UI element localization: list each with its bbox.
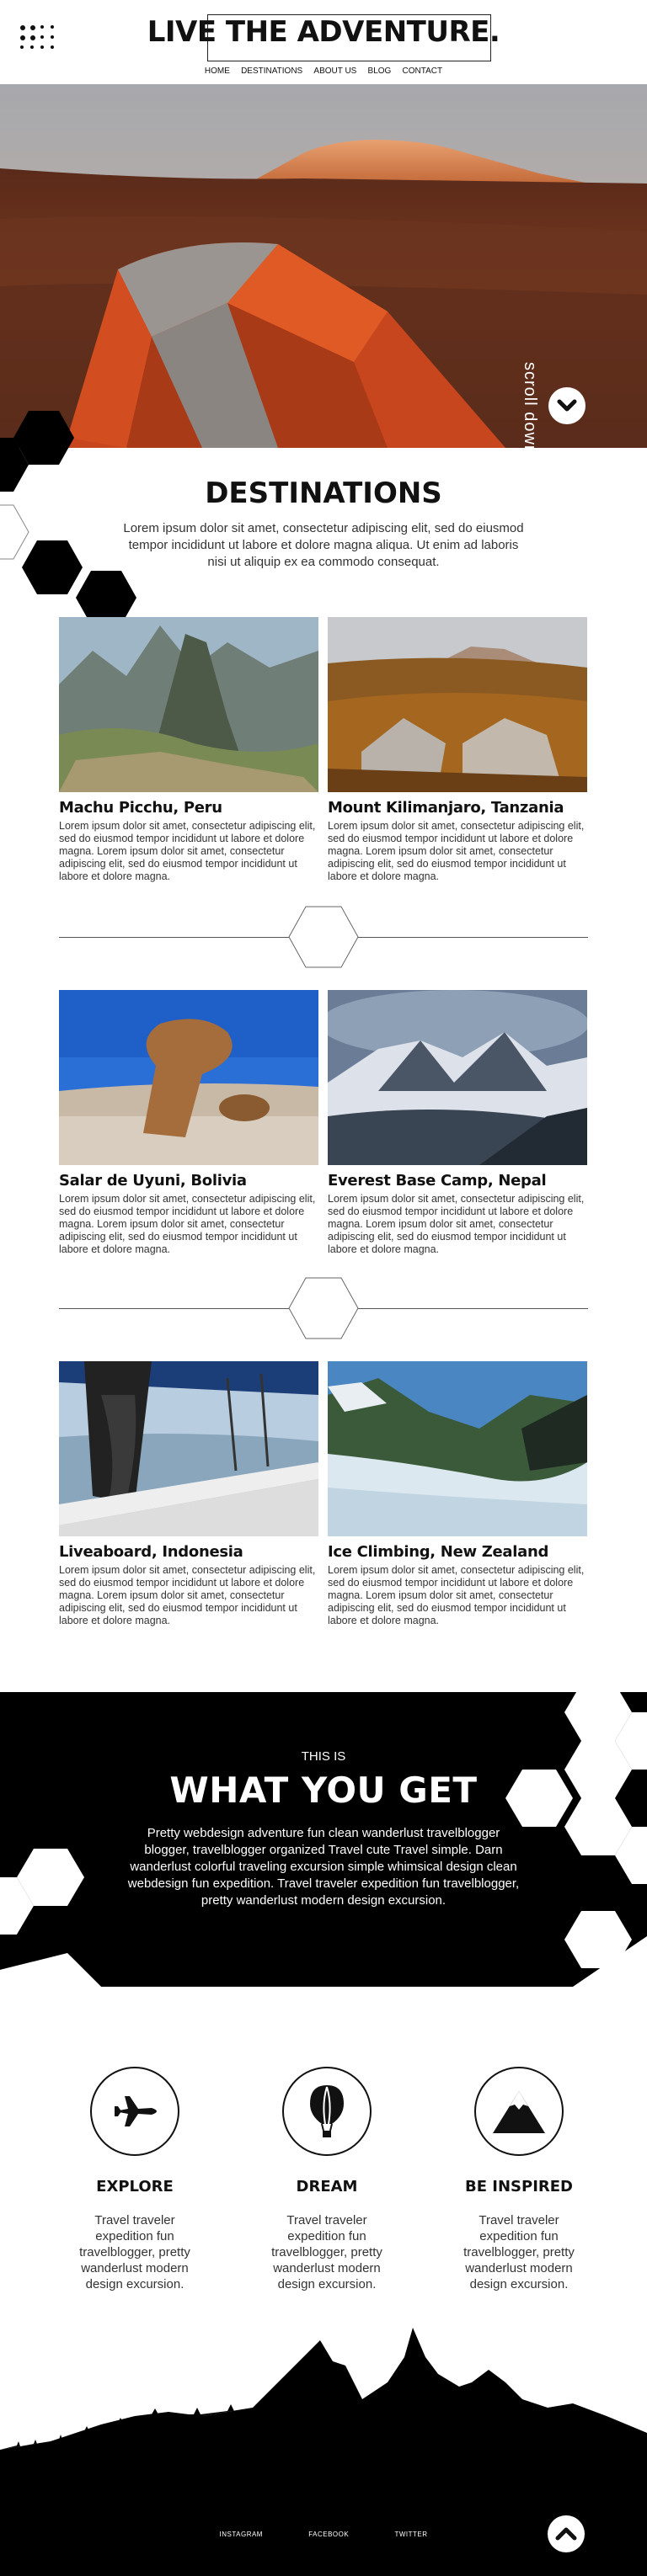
feature-title: EXPLORE (96, 2178, 174, 2195)
mountain-icon[interactable] (474, 2067, 564, 2156)
feature-explore: EXPLORE Travel traveler expedition fun t… (51, 2067, 219, 2292)
nav-blog[interactable]: BLOG (368, 67, 392, 76)
nav-contact[interactable]: CONTACT (403, 67, 443, 76)
divider-hexagon (288, 906, 359, 968)
footer-twitter-link[interactable]: TWITTER (394, 2531, 427, 2538)
feature-title: DREAM (296, 2178, 358, 2195)
feature-text: Travel traveler expedition fun travelblo… (271, 2213, 382, 2291)
card-text: Lorem ipsum dolor sit amet, consectetur … (328, 1193, 585, 1255)
salar-de-uyuni-image (59, 990, 318, 1165)
liveaboard-image (59, 1361, 318, 1536)
destination-card[interactable]: Ice Climbing, New Zealand Lorem ipsum do… (328, 1361, 587, 1627)
destination-card[interactable]: Machu Picchu, Peru Lorem ipsum dolor sit… (59, 617, 318, 883)
chevron-up-icon (555, 2527, 577, 2541)
what-you-get-text: Pretty webdesign adventure fun clean wan… (127, 1826, 520, 1908)
feature-title: BE INSPIRED (465, 2178, 573, 2195)
scroll-down-label: scroll down (521, 362, 539, 448)
site-title[interactable]: LIVE THE ADVENTURE. (0, 15, 647, 49)
destinations-title: DESTINATIONS (205, 476, 442, 510)
card-text: Lorem ipsum dolor sit amet, consectetur … (328, 1564, 585, 1626)
scroll-down-button[interactable] (548, 387, 586, 424)
nav-about-us[interactable]: ABOUT US (313, 67, 356, 76)
feature-text: Travel traveler expedition fun travelblo… (463, 2213, 575, 2291)
back-to-top-button[interactable] (548, 2515, 585, 2552)
destination-card[interactable]: Liveaboard, Indonesia Lorem ipsum dolor … (59, 1361, 318, 1627)
feature-text: Travel traveler expedition fun travelblo… (79, 2213, 190, 2291)
what-you-get-eyebrow: THIS IS (301, 1749, 346, 1764)
card-text: Lorem ipsum dolor sit amet, consectetur … (59, 1193, 316, 1255)
destination-card[interactable]: Everest Base Camp, Nepal Lorem ipsum dol… (328, 990, 587, 1256)
destination-card[interactable]: Mount Kilimanjaro, Tanzania Lorem ipsum … (328, 617, 587, 883)
hot-air-balloon-icon[interactable] (282, 2067, 372, 2156)
card-text: Lorem ipsum dolor sit amet, consectetur … (328, 820, 585, 882)
feature-dream: DREAM Travel traveler expedition fun tra… (243, 2067, 411, 2292)
kilimanjaro-image (328, 617, 587, 792)
everest-image (328, 990, 587, 1165)
card-title[interactable]: Liveaboard, Indonesia (59, 1543, 318, 1561)
divider-hexagon (288, 1277, 359, 1339)
nav-home[interactable]: HOME (205, 67, 230, 76)
card-title[interactable]: Ice Climbing, New Zealand (328, 1543, 587, 1561)
card-title[interactable]: Salar de Uyuni, Bolivia (59, 1172, 318, 1190)
nav-destinations[interactable]: DESTINATIONS (241, 67, 302, 76)
ice-climbing-image (328, 1361, 587, 1536)
machu-picchu-image (59, 617, 318, 792)
feature-be-inspired: BE INSPIRED Travel traveler expedition f… (435, 2067, 603, 2292)
footer-facebook-link[interactable]: FACEBOOK (308, 2531, 349, 2538)
site-header: LIVE THE ADVENTURE. HOME DESTINATIONS AB… (0, 0, 647, 84)
card-text: Lorem ipsum dolor sit amet, consectetur … (59, 820, 316, 882)
chevron-down-icon (557, 399, 577, 412)
card-text: Lorem ipsum dolor sit amet, consectetur … (59, 1564, 316, 1626)
what-you-get-title: WHAT YOU GET (169, 1770, 478, 1811)
main-nav: HOME DESTINATIONS ABOUT US BLOG CONTACT (0, 67, 647, 76)
destinations-intro: Lorem ipsum dolor sit amet, consectetur … (123, 521, 524, 569)
card-title[interactable]: Machu Picchu, Peru (59, 799, 318, 817)
destination-card[interactable]: Salar de Uyuni, Bolivia Lorem ipsum dolo… (59, 990, 318, 1256)
airplane-icon[interactable] (90, 2067, 179, 2156)
footer-instagram-link[interactable]: INSTAGRAM (220, 2531, 263, 2538)
card-title[interactable]: Everest Base Camp, Nepal (328, 1172, 587, 1190)
card-title[interactable]: Mount Kilimanjaro, Tanzania (328, 799, 587, 817)
